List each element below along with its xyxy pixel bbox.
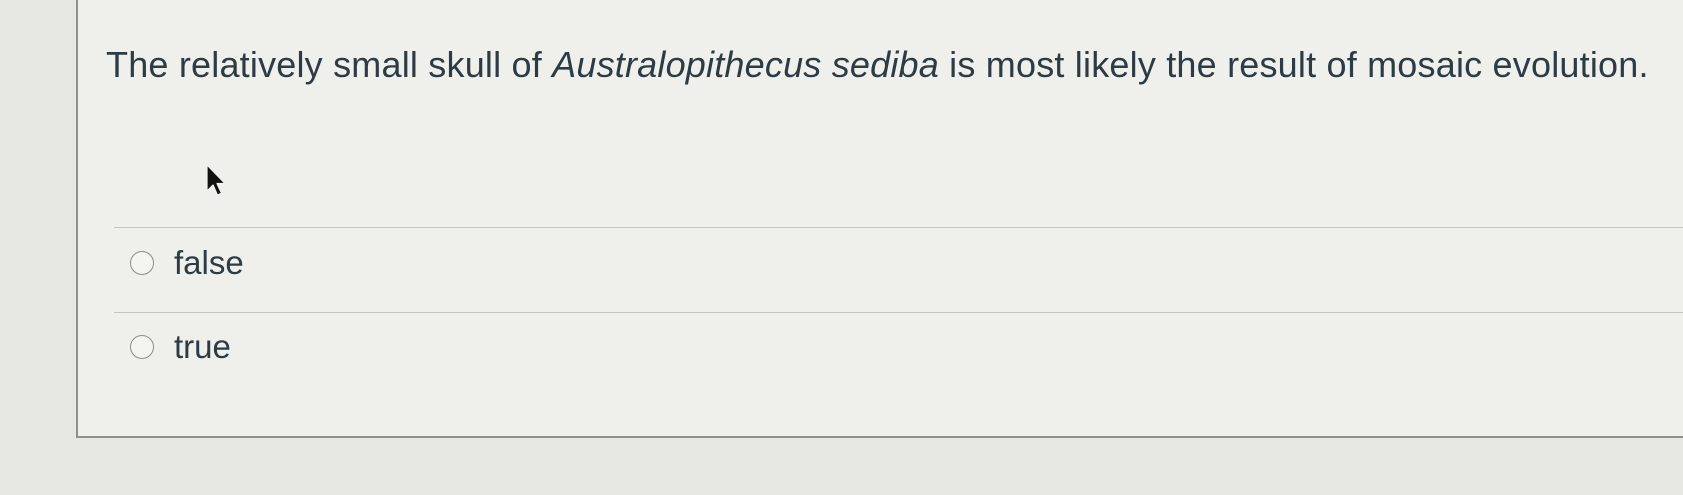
radio-button-false[interactable] xyxy=(130,251,154,275)
question-text-end: is most likely the result of mosaic evol… xyxy=(938,44,1649,85)
question-text-start: The relatively small skull of xyxy=(106,44,553,85)
question-card: The relatively small skull of Australopi… xyxy=(76,0,1683,438)
mouse-pointer-icon xyxy=(206,164,226,196)
answer-divider-middle xyxy=(114,312,1683,313)
answer-label-true: true xyxy=(174,328,231,365)
answer-option-true[interactable]: true xyxy=(130,325,231,369)
question-text: The relatively small skull of Australopi… xyxy=(106,44,1649,86)
species-name: Australopithecus sediba xyxy=(552,44,939,85)
answer-option-false[interactable]: false xyxy=(130,241,244,285)
answer-label-false: false xyxy=(174,244,244,281)
radio-button-true[interactable] xyxy=(130,335,154,359)
answer-divider-top xyxy=(114,227,1683,228)
